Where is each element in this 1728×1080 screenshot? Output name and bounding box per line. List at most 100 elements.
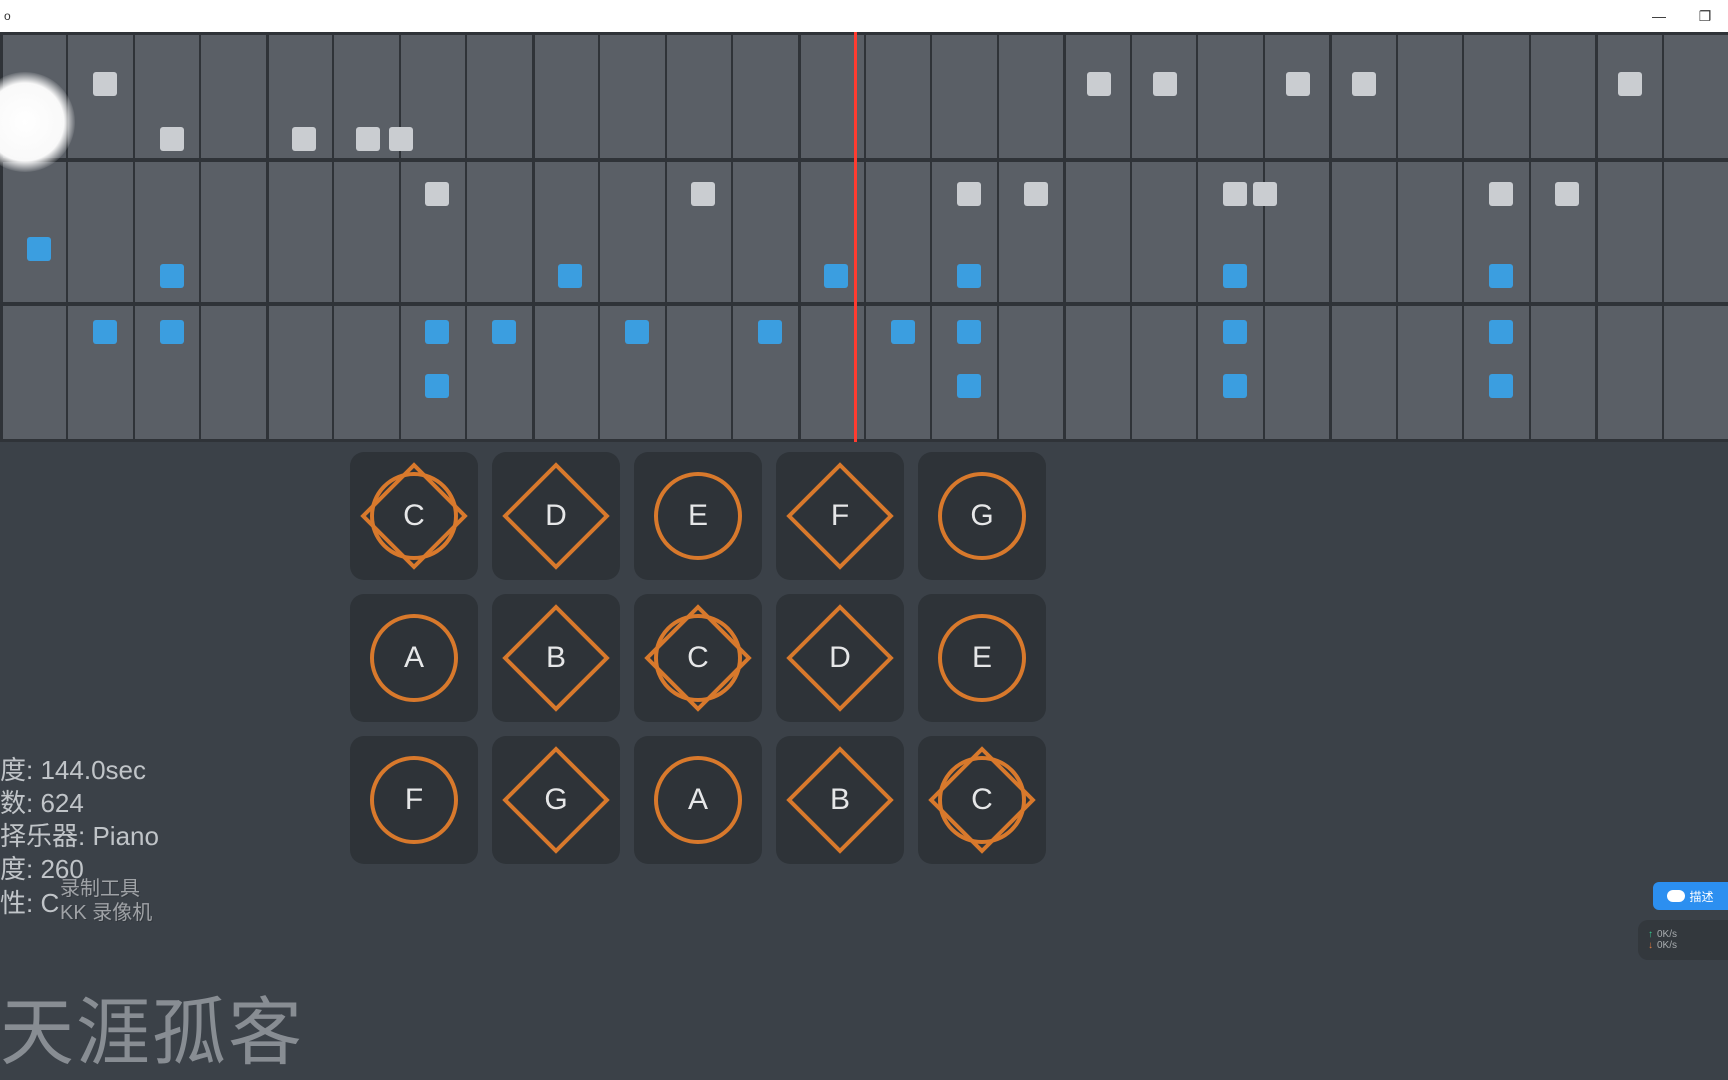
- note-marker-blue[interactable]: [891, 320, 915, 344]
- gridline: [0, 158, 1728, 162]
- note-marker-white[interactable]: [1223, 182, 1247, 206]
- note-marker-blue[interactable]: [492, 320, 516, 344]
- note-pad-label: D: [776, 594, 904, 722]
- network-speed-widget[interactable]: ↑0K/s ↓0K/s: [1638, 920, 1728, 960]
- note-marker-blue[interactable]: [1223, 264, 1247, 288]
- gridline: [1529, 32, 1531, 442]
- gridline: [266, 32, 269, 442]
- note-pad-f-3[interactable]: F: [776, 452, 904, 580]
- note-marker-blue[interactable]: [957, 320, 981, 344]
- note-marker-blue[interactable]: [1489, 374, 1513, 398]
- note-marker-white[interactable]: [1153, 72, 1177, 96]
- note-pad-b-6[interactable]: B: [492, 594, 620, 722]
- gridline: [532, 32, 535, 442]
- cloud-sync-widget[interactable]: 描述: [1653, 882, 1728, 910]
- gridline: [1196, 32, 1198, 442]
- note-marker-blue[interactable]: [1489, 264, 1513, 288]
- gridline: [997, 32, 999, 442]
- note-marker-white[interactable]: [1253, 182, 1277, 206]
- gridline: [1063, 32, 1066, 442]
- note-marker-blue[interactable]: [1223, 374, 1247, 398]
- note-marker-white[interactable]: [957, 182, 981, 206]
- note-marker-white[interactable]: [425, 182, 449, 206]
- note-marker-blue[interactable]: [425, 374, 449, 398]
- gridline: [930, 32, 932, 442]
- note-marker-blue[interactable]: [160, 264, 184, 288]
- note-marker-blue[interactable]: [824, 264, 848, 288]
- gridline: [1396, 32, 1398, 442]
- note-pad-c-0[interactable]: C: [350, 452, 478, 580]
- note-marker-white[interactable]: [1352, 72, 1376, 96]
- note-pad-label: F: [776, 452, 904, 580]
- window-maximize-button[interactable]: ❐: [1682, 0, 1728, 32]
- gridline: [1329, 32, 1332, 442]
- note-marker-blue[interactable]: [1223, 320, 1247, 344]
- note-pad-c-14[interactable]: C: [918, 736, 1046, 864]
- gridline: [598, 32, 600, 442]
- note-marker-white[interactable]: [93, 72, 117, 96]
- window-titlebar: o — ❐: [0, 0, 1728, 32]
- gridline: [798, 32, 801, 442]
- note-marker-white[interactable]: [1489, 182, 1513, 206]
- note-marker-blue[interactable]: [27, 237, 51, 261]
- note-pad-g-4[interactable]: G: [918, 452, 1046, 580]
- gridline: [1263, 32, 1265, 442]
- note-marker-blue[interactable]: [758, 320, 782, 344]
- note-pad-label: A: [634, 736, 762, 864]
- note-pad-f-10[interactable]: F: [350, 736, 478, 864]
- note-pad-a-12[interactable]: A: [634, 736, 762, 864]
- note-pad-label: C: [918, 736, 1046, 864]
- window-minimize-button[interactable]: —: [1636, 0, 1682, 32]
- window-title: o: [0, 9, 11, 23]
- note-marker-blue[interactable]: [93, 320, 117, 344]
- note-pad-g-11[interactable]: G: [492, 736, 620, 864]
- gridline: [199, 32, 201, 442]
- note-pad-label: A: [350, 594, 478, 722]
- piano-roll[interactable]: [0, 32, 1728, 442]
- note-pad-label: C: [634, 594, 762, 722]
- note-pad-label: B: [776, 736, 904, 864]
- gridline: [399, 32, 401, 442]
- note-pad-b-13[interactable]: B: [776, 736, 904, 864]
- note-marker-white[interactable]: [1618, 72, 1642, 96]
- note-pad-d-8[interactable]: D: [776, 594, 904, 722]
- note-marker-white[interactable]: [160, 127, 184, 151]
- note-marker-white[interactable]: [1087, 72, 1111, 96]
- note-marker-white[interactable]: [292, 127, 316, 151]
- gridline: [465, 32, 467, 442]
- note-pad-e-2[interactable]: E: [634, 452, 762, 580]
- gridline: [332, 32, 334, 442]
- note-pad-a-5[interactable]: A: [350, 594, 478, 722]
- note-marker-blue[interactable]: [957, 374, 981, 398]
- note-marker-white[interactable]: [691, 182, 715, 206]
- note-marker-blue[interactable]: [558, 264, 582, 288]
- note-pad-c-7[interactable]: C: [634, 594, 762, 722]
- note-marker-blue[interactable]: [957, 264, 981, 288]
- note-marker-blue[interactable]: [625, 320, 649, 344]
- note-marker-blue[interactable]: [160, 320, 184, 344]
- control-panel: 度: 144.0sec 数: 624 择乐器: Piano 度: 260 性: …: [0, 442, 1728, 1080]
- note-marker-blue[interactable]: [425, 320, 449, 344]
- note-marker-white[interactable]: [1555, 182, 1579, 206]
- note-pad-d-1[interactable]: D: [492, 452, 620, 580]
- note-pad-label: G: [918, 452, 1046, 580]
- note-marker-white[interactable]: [1286, 72, 1310, 96]
- playhead[interactable]: [854, 32, 857, 442]
- upload-icon: ↑: [1648, 929, 1653, 940]
- note-marker-white[interactable]: [1024, 182, 1048, 206]
- note-pad-label: C: [350, 452, 478, 580]
- note-marker-white[interactable]: [389, 127, 413, 151]
- gridline: [1130, 32, 1132, 442]
- gridline: [1662, 32, 1664, 442]
- recorder-watermark: 录制工具 KK 录像机: [60, 877, 152, 925]
- note-pads-grid: CDEFGABCDEFGABC: [350, 452, 1046, 864]
- download-icon: ↓: [1648, 940, 1653, 951]
- gridline: [133, 32, 135, 442]
- note-pad-e-9[interactable]: E: [918, 594, 1046, 722]
- gridline: [665, 32, 667, 442]
- note-marker-white[interactable]: [356, 127, 380, 151]
- note-pad-label: D: [492, 452, 620, 580]
- note-marker-blue[interactable]: [1489, 320, 1513, 344]
- gridline: [1462, 32, 1464, 442]
- record-indicator-icon[interactable]: [0, 72, 75, 172]
